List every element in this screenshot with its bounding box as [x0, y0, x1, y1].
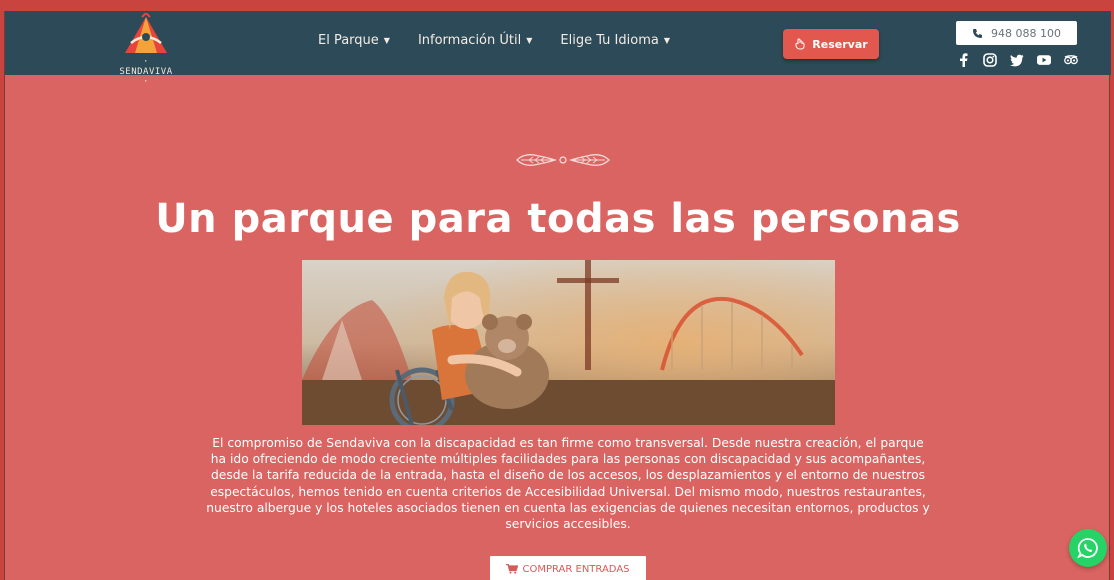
- logo-mark-icon: [125, 11, 167, 53]
- reserve-button[interactable]: Reservar: [783, 29, 879, 59]
- shopping-cart-icon: [506, 564, 519, 574]
- sendaviva-logo[interactable]: · SENDAVIVA ·: [117, 11, 175, 87]
- nav-item-el-parque[interactable]: El Parque ▼: [318, 33, 390, 48]
- twitter-icon[interactable]: [1010, 53, 1024, 67]
- caret-down-icon: ▼: [383, 36, 390, 45]
- phone-number: 948 088 100: [991, 26, 1061, 40]
- phone-icon: [973, 28, 982, 38]
- leaf-ornament-icon: [516, 154, 610, 166]
- whatsapp-icon: [1077, 538, 1098, 559]
- hero-title: Un parque para todas las personas: [155, 196, 961, 242]
- buy-tickets-label: COMPRAR ENTRADAS: [522, 563, 630, 575]
- page-frame: · SENDAVIVA · El Parque ▼ Información Út…: [4, 11, 1111, 580]
- hand-pointer-icon: [795, 38, 805, 50]
- whatsapp-chat-button[interactable]: [1069, 529, 1107, 567]
- reserve-label: Reservar: [812, 37, 868, 51]
- nav-label: El Parque: [318, 33, 379, 48]
- caret-down-icon: ▼: [663, 36, 670, 45]
- top-navigation-bar: · SENDAVIVA · El Parque ▼ Información Út…: [5, 11, 1111, 87]
- nav-item-informacion-util[interactable]: Información Útil ▼: [418, 33, 532, 48]
- tripadvisor-icon[interactable]: [1064, 53, 1078, 67]
- hero-photo-girl-wheelchair: [302, 260, 835, 425]
- caret-down-icon: ▼: [526, 36, 533, 45]
- nav-label: Información Útil: [417, 33, 522, 48]
- social-links: [956, 53, 1084, 67]
- instagram-icon[interactable]: [983, 53, 997, 67]
- buy-tickets-button[interactable]: COMPRAR ENTRADAS: [490, 556, 646, 580]
- youtube-icon[interactable]: [1037, 53, 1051, 67]
- nav-label: Elige Tu Idioma: [560, 33, 659, 48]
- facebook-icon[interactable]: [956, 53, 970, 67]
- hero-description: El compromiso de Sendaviva con la discap…: [206, 436, 930, 532]
- logo-text: · SENDAVIVA ·: [119, 57, 173, 87]
- main-nav: El Parque ▼ Información Útil ▼ Elige Tu …: [318, 33, 670, 48]
- phone-number-link[interactable]: 948 088 100: [956, 21, 1077, 45]
- nav-item-elige-tu-idioma[interactable]: Elige Tu Idioma ▼: [560, 33, 670, 48]
